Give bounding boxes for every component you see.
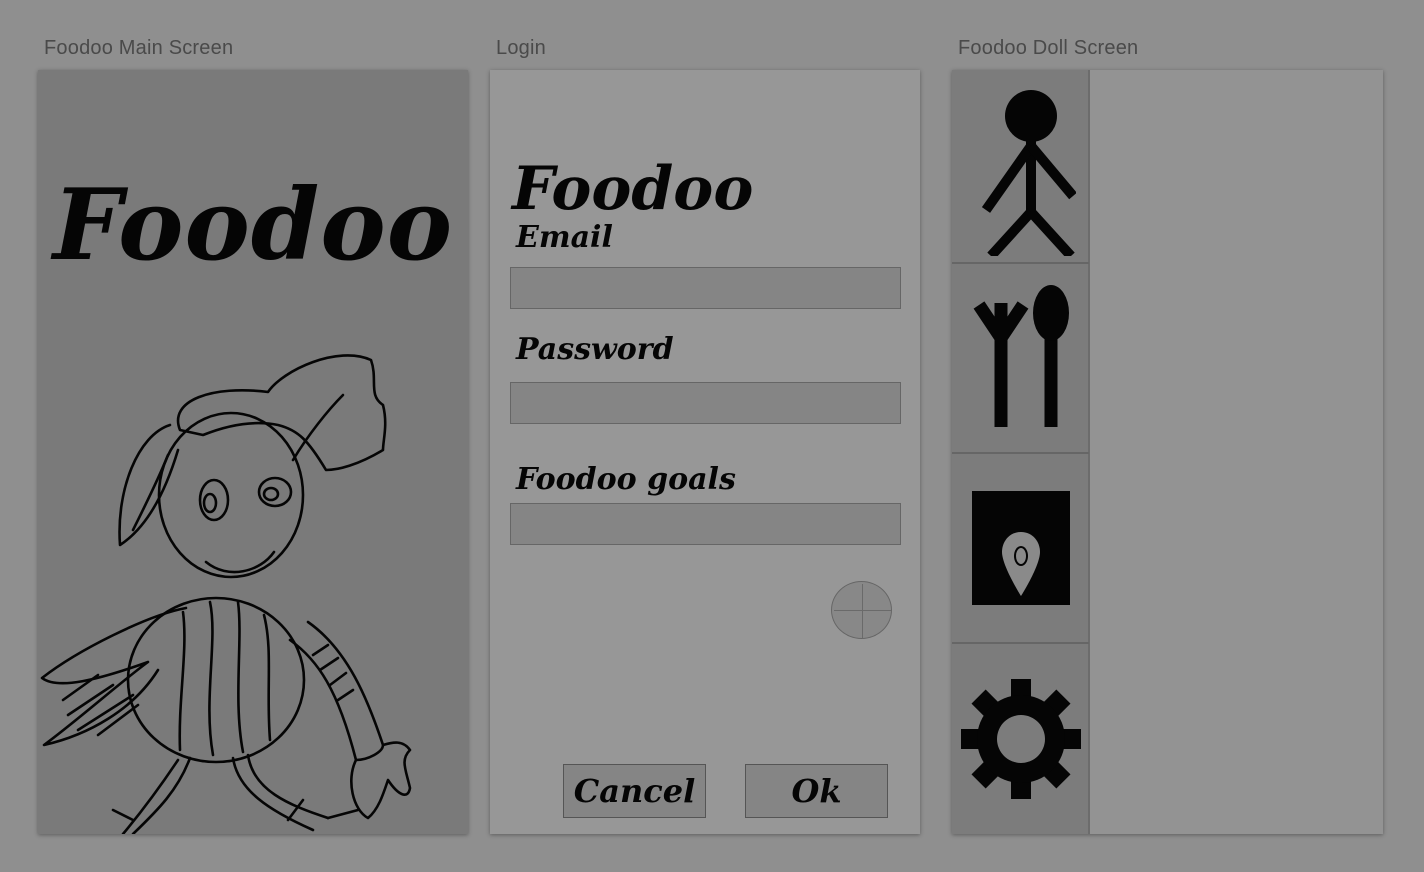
- stick-figure-icon: [981, 90, 1076, 256]
- main-title: Foodoo: [52, 168, 454, 283]
- cancel-button[interactable]: Cancel: [563, 764, 706, 818]
- doll-sidebar: [952, 70, 1090, 834]
- password-label: Password: [516, 332, 674, 367]
- add-goal-button[interactable]: [831, 581, 892, 639]
- doll-main-area: [1092, 70, 1383, 834]
- main-screen-artboard: Foodoo: [38, 70, 468, 834]
- doll-screen-artboard-label: Foodoo Doll Screen: [958, 37, 1139, 59]
- tab-map[interactable]: [952, 454, 1089, 644]
- login-title: Foodoo: [512, 154, 754, 224]
- login-artboard-label: Login: [496, 37, 546, 59]
- tab-food[interactable]: [952, 264, 1089, 454]
- email-label: Email: [516, 220, 613, 255]
- foodoo-doodle-illustration: [40, 354, 412, 834]
- tab-doll[interactable]: [952, 70, 1089, 264]
- doll-screen-artboard: [952, 70, 1383, 834]
- map-pin-icon: [971, 491, 1070, 605]
- fork-spoon-icon: [973, 285, 1069, 427]
- login-artboard: Foodoo Email Password Foodoo goals Cance…: [490, 70, 920, 834]
- tab-settings[interactable]: [952, 644, 1089, 834]
- ok-button[interactable]: Ok: [745, 764, 888, 818]
- password-field[interactable]: [510, 382, 901, 424]
- foodoo-goals-label: Foodoo goals: [516, 462, 736, 497]
- main-screen-artboard-label: Foodoo Main Screen: [44, 37, 234, 59]
- foodoo-goals-field[interactable]: [510, 503, 901, 545]
- gear-icon: [960, 679, 1081, 799]
- email-field[interactable]: [510, 267, 901, 309]
